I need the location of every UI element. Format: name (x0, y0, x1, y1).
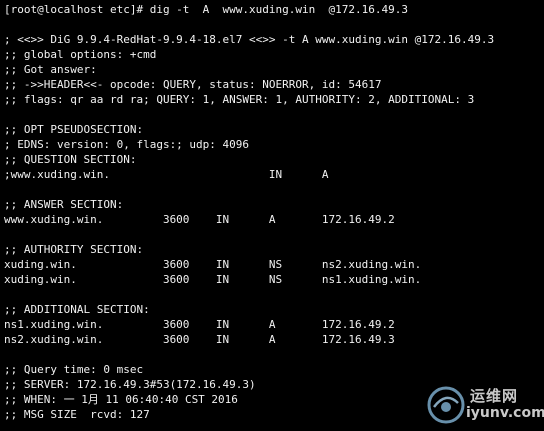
terminal-line: [root@localhost etc]# dig -t A www.xudin… (4, 3, 408, 16)
terminal-line: ;; Got answer: (4, 63, 97, 76)
terminal-line: ;; ADDITIONAL SECTION: (4, 303, 150, 316)
terminal-line: ;; Query time: 0 msec (4, 363, 144, 376)
watermark-name: 运维网 (470, 387, 519, 405)
terminal-line: ns2.xuding.win. 3600 IN A 172.16.49.3 (4, 333, 395, 346)
terminal-line: ; <<>> DiG 9.9.4-RedHat-9.9.4-18.el7 <<>… (4, 33, 495, 46)
terminal-line: ;; flags: qr aa rd ra; QUERY: 1, ANSWER:… (4, 93, 475, 106)
terminal-line: ;; AUTHORITY SECTION: (4, 243, 144, 256)
terminal-window[interactable]: [root@localhost etc]# dig -t A www.xudin… (0, 0, 544, 431)
terminal-line: ;www.xuding.win. IN A (4, 168, 329, 181)
watermark: 运维网 iyunv.com (426, 383, 544, 427)
iyunv-logo-icon (427, 386, 465, 424)
terminal-line: ;; ANSWER SECTION: (4, 198, 124, 211)
terminal-line: ;; OPT PSEUDOSECTION: (4, 123, 144, 136)
watermark-url: iyunv.com (466, 405, 544, 421)
terminal-line: xuding.win. 3600 IN NS ns1.xuding.win. (4, 273, 422, 286)
terminal-line: ;; global options: +cmd (4, 48, 157, 61)
terminal-line: xuding.win. 3600 IN NS ns2.xuding.win. (4, 258, 422, 271)
terminal-line: ; EDNS: version: 0, flags:; udp: 4096 (4, 138, 250, 151)
terminal-line: ;; QUESTION SECTION: (4, 153, 137, 166)
terminal-line: ns1.xuding.win. 3600 IN A 172.16.49.2 (4, 318, 395, 331)
terminal-line: ;; ->>HEADER<<- opcode: QUERY, status: N… (4, 78, 382, 91)
terminal-line: www.xuding.win. 3600 IN A 172.16.49.2 (4, 213, 395, 226)
